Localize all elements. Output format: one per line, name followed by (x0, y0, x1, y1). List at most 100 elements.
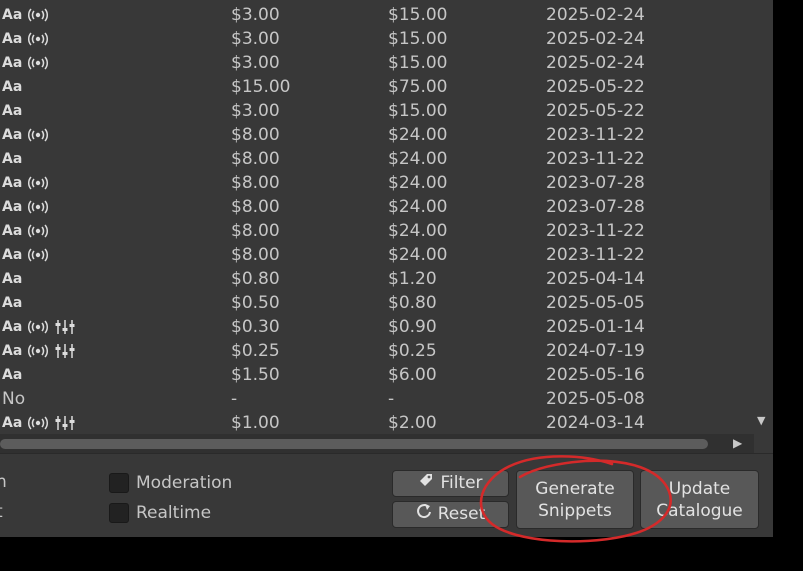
modality-cell: Aa (2, 243, 49, 267)
generate-snippets-button[interactable]: Generate Snippets (516, 470, 634, 529)
modality-cell: Aa (2, 171, 49, 195)
scroll-right-arrow-icon[interactable]: ▶ (733, 436, 742, 450)
text-icon: Aa (2, 343, 23, 359)
table-row[interactable]: Aa $3.00 $15.00 2025-02-24 (0, 27, 754, 51)
generate-snippets-label-line2: Snippets (538, 500, 612, 521)
modality-cell: Aa (2, 99, 22, 123)
release-date-cell: 2025-05-22 (546, 101, 645, 121)
clipped-label-glyph: n (0, 472, 7, 492)
output-price-cell: $15.00 (388, 53, 448, 73)
filter-toolbar: n t Moderation Realtime Filter Reset Gen… (0, 453, 773, 537)
moderation-checkbox[interactable] (109, 473, 129, 493)
modality-cell: Aa (2, 315, 76, 339)
tag-icon (418, 471, 434, 496)
input-price-cell: $8.00 (231, 173, 280, 193)
modality-cell: Aa (2, 339, 76, 363)
table-row[interactable]: Aa $3.00 $15.00 2025-02-24 (0, 3, 754, 27)
text-icon: Aa (2, 31, 23, 47)
release-date-cell: 2023-11-22 (546, 149, 645, 169)
output-price-cell: $75.00 (388, 77, 448, 97)
text-icon: Aa (2, 415, 23, 431)
output-price-cell: $15.00 (388, 5, 448, 25)
realtime-checkbox[interactable] (109, 503, 129, 523)
input-price-cell: $8.00 (231, 221, 280, 241)
modality-cell: Aa (2, 147, 22, 171)
modality-cell: Aa (2, 123, 49, 147)
horizontal-scrollbar[interactable]: ▶ (0, 434, 754, 453)
input-price-cell: $1.00 (231, 413, 280, 433)
update-catalogue-button[interactable]: Update Catalogue (640, 470, 759, 529)
text-icon: Aa (2, 319, 23, 335)
release-date-cell: 2025-02-24 (546, 29, 645, 49)
release-date-cell: 2025-02-24 (546, 5, 645, 25)
scroll-down-arrow-icon[interactable]: ▼ (757, 414, 765, 428)
table-row[interactable]: Aa $1.00 $2.00 2024-03-14 (0, 411, 754, 434)
table-row[interactable]: Aa $15.00 $75.00 2025-05-22 (0, 75, 754, 99)
update-catalogue-label-line2: Catalogue (656, 500, 743, 521)
input-price-cell: $8.00 (231, 245, 280, 265)
reset-button[interactable]: Reset (392, 501, 509, 528)
table-row[interactable]: Aa $8.00 $24.00 2023-07-28 (0, 195, 754, 219)
text-icon: Aa (2, 295, 23, 311)
output-price-cell: $15.00 (388, 101, 448, 121)
broadcast-icon (27, 224, 49, 238)
modality-cell: Aa (2, 291, 22, 315)
table-row[interactable]: Aa $8.00 $24.00 2023-07-28 (0, 171, 754, 195)
table-row[interactable]: Aa $3.00 $15.00 2025-02-24 (0, 51, 754, 75)
text-icon: Aa (2, 199, 23, 215)
modality-cell: No (2, 387, 25, 411)
table-row[interactable]: Aa $0.30 $0.90 2025-01-14 (0, 315, 754, 339)
modality-cell: Aa (2, 75, 22, 99)
sliders-icon (54, 415, 76, 431)
filter-button[interactable]: Filter (392, 470, 509, 497)
table-row[interactable]: Aa $8.00 $24.00 2023-11-22 (0, 219, 754, 243)
input-price-cell: $15.00 (231, 77, 291, 97)
text-icon: Aa (2, 223, 23, 239)
vertical-scrollbar[interactable]: ▼ (754, 0, 773, 434)
text-icon: Aa (2, 367, 23, 383)
release-date-cell: 2023-11-22 (546, 125, 645, 145)
modality-cell: Aa (2, 219, 49, 243)
sliders-icon (54, 319, 76, 335)
output-price-cell: $0.90 (388, 317, 437, 337)
broadcast-icon (27, 416, 49, 430)
moderation-label: Moderation (136, 473, 233, 493)
modality-cell: Aa (2, 411, 76, 434)
table-row[interactable]: Aa $8.00 $24.00 2023-11-22 (0, 147, 754, 171)
output-price-cell: $15.00 (388, 29, 448, 49)
output-price-cell: $24.00 (388, 125, 448, 145)
clipped-label-glyph: t (0, 502, 3, 522)
release-date-cell: 2025-05-16 (546, 365, 645, 385)
broadcast-icon (27, 176, 49, 190)
table-row[interactable]: No - - 2025-05-08 (0, 387, 754, 411)
release-date-cell: 2025-05-05 (546, 293, 645, 313)
input-price-cell: $3.00 (231, 5, 280, 25)
table-row[interactable]: Aa $3.00 $15.00 2025-05-22 (0, 99, 754, 123)
input-price-cell: - (231, 389, 238, 409)
output-price-cell: - (388, 389, 395, 409)
table-row[interactable]: Aa $0.80 $1.20 2025-04-14 (0, 267, 754, 291)
text-icon: Aa (2, 103, 23, 119)
broadcast-icon (27, 8, 49, 22)
text-icon: Aa (2, 127, 23, 143)
release-date-cell: 2023-07-28 (546, 173, 645, 193)
output-price-cell: $24.00 (388, 245, 448, 265)
input-price-cell: $8.00 (231, 149, 280, 169)
input-price-cell: $3.00 (231, 53, 280, 73)
horizontal-scroll-thumb[interactable] (0, 439, 708, 449)
output-price-cell: $1.20 (388, 269, 437, 289)
table-row[interactable]: Aa $1.50 $6.00 2025-05-16 (0, 363, 754, 387)
modality-cell: Aa (2, 3, 49, 27)
generate-snippets-label-line1: Generate (535, 478, 615, 499)
table-row[interactable]: Aa $8.00 $24.00 2023-11-22 (0, 243, 754, 267)
modality-cell: Aa (2, 195, 49, 219)
table-row[interactable]: Aa $0.25 $0.25 2024-07-19 (0, 339, 754, 363)
input-price-cell: $8.00 (231, 197, 280, 217)
release-date-cell: 2025-04-14 (546, 269, 645, 289)
output-price-cell: $24.00 (388, 197, 448, 217)
table-row[interactable]: Aa $8.00 $24.00 2023-11-22 (0, 123, 754, 147)
model-catalogue-panel: Aa $3.00 $15.00 2025-02-24 Aa $3.00 $15.00 2025… (0, 0, 773, 537)
scroll-track-mark (770, 170, 773, 210)
reset-button-label: Reset (437, 504, 486, 524)
table-row[interactable]: Aa $0.50 $0.80 2025-05-05 (0, 291, 754, 315)
